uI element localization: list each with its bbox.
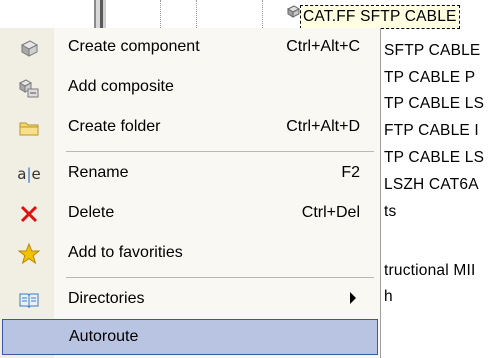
tree-item[interactable]: FTP CABLE I [384, 118, 479, 144]
menu-item-create-component[interactable]: Create component Ctrl+Alt+C [0, 28, 380, 68]
menu-item-add-composite[interactable]: Add composite [0, 68, 380, 108]
tree-item[interactable]: LSZH CAT6A [384, 172, 479, 198]
menu-item-autoroute[interactable]: Autoroute [2, 319, 378, 355]
menu-item-label: Delete [68, 204, 115, 221]
tree-guide-line [160, 0, 161, 28]
submenu-arrow-icon [350, 292, 356, 304]
menu-item-label: Create folder [68, 118, 161, 135]
tree-splitter[interactable] [92, 0, 122, 28]
star-icon [18, 243, 40, 265]
rename-icon: a | e [17, 165, 41, 183]
menu-item-shortcut: Ctrl+Alt+D [286, 118, 360, 135]
composite-icon [18, 77, 40, 99]
tree-guide-line [196, 0, 197, 28]
menu-item-directories[interactable]: Directories [0, 280, 380, 320]
menu-item-create-folder[interactable]: Create folder Ctrl+Alt+D [0, 108, 380, 148]
menu-separator [66, 151, 374, 152]
tree-item-selected[interactable]: CAT.FF SFTP CABLE [300, 5, 460, 29]
menu-item-label: Directories [68, 290, 145, 307]
tree-item[interactable]: TP CABLE LS [384, 91, 484, 117]
delete-icon [18, 203, 40, 225]
menu-item-label: Autoroute [69, 328, 139, 345]
menu-item-label: Rename [68, 164, 129, 181]
menu-item-shortcut: Ctrl+Alt+C [286, 38, 360, 55]
tree-item[interactable]: TP CABLE LS [384, 145, 484, 171]
menu-item-shortcut: Ctrl+Del [301, 204, 360, 221]
menu-item-label: Add to favorities [68, 244, 183, 261]
menu-item-label: Add composite [68, 78, 174, 95]
menu-item-rename[interactable]: a | e Rename F2 [0, 154, 380, 194]
component-icon [286, 4, 301, 18]
menu-item-delete[interactable]: Delete Ctrl+Del [0, 194, 380, 234]
cube-icon [18, 37, 40, 59]
book-icon [18, 289, 40, 311]
tree-item[interactable]: SFTP CABLE [384, 38, 480, 64]
menu-item-add-to-favorities[interactable]: Add to favorities [0, 234, 380, 274]
folder-icon [18, 117, 40, 139]
menu-item-label: Create component [68, 38, 200, 55]
tree-item[interactable]: ts [384, 199, 396, 225]
menu-item-shortcut: F2 [341, 164, 360, 181]
tree-item[interactable]: h [384, 284, 393, 310]
tree-item[interactable]: TP CABLE P [384, 65, 475, 91]
context-menu: Create component Ctrl+Alt+C Add composit… [0, 28, 381, 358]
menu-separator [66, 277, 374, 278]
tree-guide-line [262, 0, 263, 28]
tree-item[interactable]: tructional MII [384, 258, 476, 284]
